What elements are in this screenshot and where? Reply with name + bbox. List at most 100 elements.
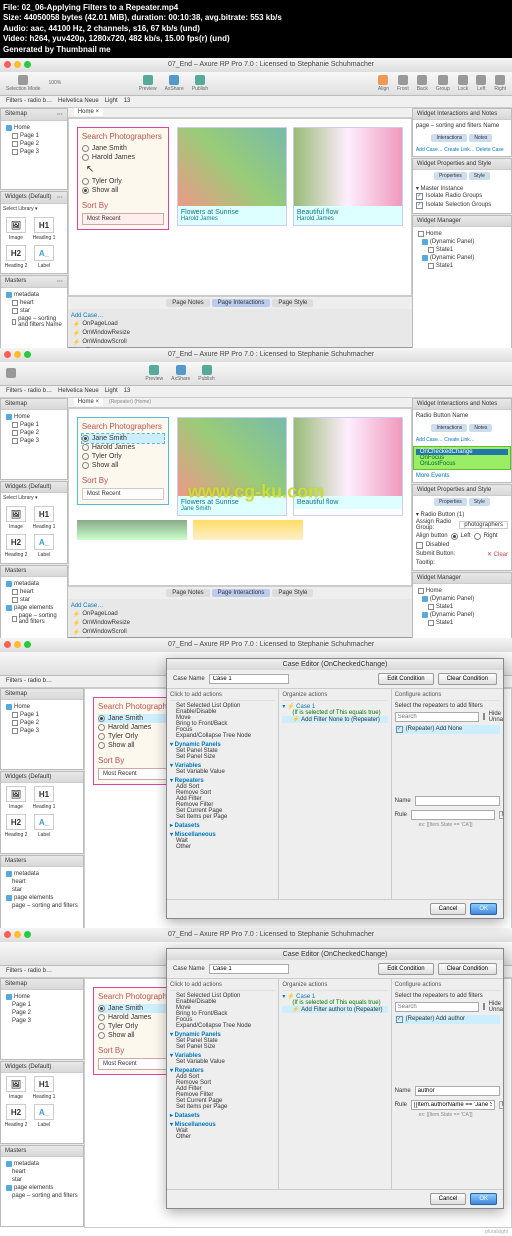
- publish-button[interactable]: Publish: [198, 365, 214, 382]
- assign-group[interactable]: Assign Radio Group:photographers: [416, 518, 508, 532]
- zoom-icon[interactable]: [24, 61, 31, 68]
- more-events-link[interactable]: More Events: [413, 470, 511, 482]
- publish-button[interactable]: Publish: [192, 75, 208, 92]
- weight-select[interactable]: Light: [105, 98, 118, 104]
- tab-style[interactable]: Style: [469, 172, 490, 180]
- fx-button[interactable]: fx: [499, 811, 503, 819]
- widget-h2[interactable]: H2Heading 2: [4, 245, 28, 269]
- isolate-radio-check[interactable]: Isolate Radio Groups: [416, 192, 508, 201]
- event-item[interactable]: ⚡ OnWindowScroll: [71, 338, 409, 347]
- search-input[interactable]: [395, 1002, 479, 1012]
- font-select[interactable]: Helvetica Neue: [58, 98, 99, 104]
- action-add-filter[interactable]: ⚡ Add Filter author to (Repeater): [282, 1006, 387, 1013]
- master-item[interactable]: heart: [4, 299, 64, 307]
- name-input[interactable]: [415, 1086, 500, 1096]
- rule-input[interactable]: [411, 1100, 495, 1110]
- close-icon[interactable]: [4, 351, 11, 358]
- panel-controls-icon[interactable]: ⋯: [57, 194, 63, 201]
- wm-item[interactable]: (Dynamic Panel): [416, 238, 508, 246]
- master-instance-section[interactable]: ▾ Master Instance: [416, 185, 508, 192]
- sort-dropdown[interactable]: Most Recent: [82, 213, 164, 225]
- action-add-filter[interactable]: ⚡ Add Filter None to (Repeater): [282, 716, 387, 723]
- tab-style[interactable]: Page Style: [272, 299, 313, 307]
- minimize-icon[interactable]: [14, 351, 21, 358]
- sitemap-item[interactable]: Home: [4, 124, 64, 132]
- name-input[interactable]: [415, 796, 500, 806]
- tab-notes[interactable]: Page Notes: [166, 299, 209, 307]
- close-icon[interactable]: [4, 61, 11, 68]
- back-button[interactable]: Back: [417, 75, 428, 92]
- repeater-card[interactable]: Flowers at SunriseHarold James: [177, 127, 287, 226]
- radio-showall[interactable]: Show all: [82, 186, 164, 195]
- master-item[interactable]: star: [4, 307, 64, 315]
- radio-jane[interactable]: Jane Smith: [82, 434, 164, 443]
- left-button[interactable]: Left: [476, 75, 486, 92]
- clear-condition-button[interactable]: Clear Condition: [438, 673, 497, 685]
- wm-item[interactable]: (Dynamic Panel): [416, 254, 508, 262]
- cancel-button[interactable]: Cancel: [430, 1193, 467, 1205]
- disabled-check[interactable]: Disabled: [416, 541, 508, 550]
- front-button[interactable]: Front: [397, 75, 409, 92]
- repeater-select[interactable]: (Repeater) Add None: [395, 725, 500, 734]
- edit-condition-button[interactable]: Edit Condition: [378, 963, 433, 975]
- tab-interactions[interactable]: Page Interactions: [212, 299, 271, 307]
- align-button[interactable]: Align: [378, 75, 389, 92]
- preview-button[interactable]: Preview: [145, 365, 163, 382]
- case-links[interactable]: Add Case… Create Link… Delete Case: [413, 144, 511, 156]
- axshare-button[interactable]: AxShare: [165, 75, 184, 92]
- wm-item[interactable]: State1: [416, 246, 508, 254]
- ok-button[interactable]: OK: [470, 903, 497, 915]
- widget-image[interactable]: 🖼Image: [4, 217, 28, 241]
- size-select[interactable]: 13: [124, 98, 131, 104]
- sitemap-item[interactable]: Page 1: [4, 132, 64, 140]
- case-name-input[interactable]: [209, 674, 289, 684]
- repeater-card[interactable]: Beautiful flowHarold James: [293, 127, 403, 226]
- cancel-button[interactable]: Cancel: [430, 903, 467, 915]
- design-canvas[interactable]: Search Photographers Jane Smith Harold J…: [68, 118, 412, 296]
- radio-harold[interactable]: Harold James: [82, 153, 164, 162]
- preview-button[interactable]: Preview: [139, 75, 157, 92]
- edit-condition-button[interactable]: Edit Condition: [378, 673, 433, 685]
- zoom-icon[interactable]: [24, 351, 31, 358]
- sitemap-item[interactable]: Page 2: [4, 140, 64, 148]
- selection-mode[interactable]: [6, 368, 16, 378]
- tab-notes[interactable]: Notes: [469, 134, 492, 142]
- event-list[interactable]: OnCheckedChange OnFocus OnLostFocus: [413, 446, 511, 470]
- right-button[interactable]: Right: [494, 75, 506, 92]
- axshare-button[interactable]: AxShare: [171, 365, 190, 382]
- clear-button[interactable]: ✕ Clear: [487, 551, 508, 558]
- rule-input[interactable]: [411, 810, 495, 820]
- widget-h1[interactable]: H1Heading 1: [32, 217, 56, 241]
- selection-mode[interactable]: Selection Mode: [6, 75, 40, 92]
- event-item[interactable]: ⚡ OnWindowResize: [71, 329, 409, 338]
- tab-interactions[interactable]: Interactions: [431, 134, 467, 142]
- radio-jane[interactable]: Jane Smith: [82, 144, 164, 153]
- clear-condition-button[interactable]: Clear Condition: [438, 963, 497, 975]
- panel-controls-icon[interactable]: ⋯: [57, 278, 63, 285]
- master-item[interactable]: page – sorting and filters Name: [4, 315, 64, 329]
- event-item[interactable]: ⚡ OnPageLoad: [71, 320, 409, 329]
- align-button-setting[interactable]: Align button Left Right: [416, 532, 508, 541]
- library-select[interactable]: Select Library ▾: [1, 204, 67, 214]
- event-onlostfocus[interactable]: OnLostFocus: [416, 461, 508, 467]
- panel-controls-icon[interactable]: ⋯: [57, 111, 63, 118]
- tab-home[interactable]: Home ×: [74, 108, 103, 116]
- repeater-select[interactable]: (Repeater) Add author: [395, 1015, 500, 1024]
- master-item[interactable]: metadata: [4, 291, 64, 299]
- zoom-dropdown[interactable]: 100%: [48, 80, 61, 86]
- sitemap-item[interactable]: Page 3: [4, 148, 64, 156]
- wm-item[interactable]: State1: [416, 262, 508, 270]
- wm-item[interactable]: Home: [416, 230, 508, 238]
- minimize-icon[interactable]: [14, 61, 21, 68]
- case-name-input[interactable]: [209, 964, 289, 974]
- fx-button[interactable]: fx: [499, 1101, 503, 1109]
- search-panel-widget[interactable]: Search Photographers Jane Smith Harold J…: [77, 127, 169, 230]
- tab-properties[interactable]: Properties: [434, 172, 467, 180]
- ok-button[interactable]: OK: [470, 1193, 497, 1205]
- widget-label[interactable]: A_Label: [32, 245, 56, 269]
- search-input[interactable]: [395, 712, 479, 722]
- radio-section[interactable]: ▾ Radio Button (1): [416, 511, 508, 518]
- radio-tyler[interactable]: Tyler Orly: [82, 177, 164, 186]
- group-button[interactable]: Group: [436, 75, 450, 92]
- add-case-link[interactable]: Add Case…: [71, 312, 409, 320]
